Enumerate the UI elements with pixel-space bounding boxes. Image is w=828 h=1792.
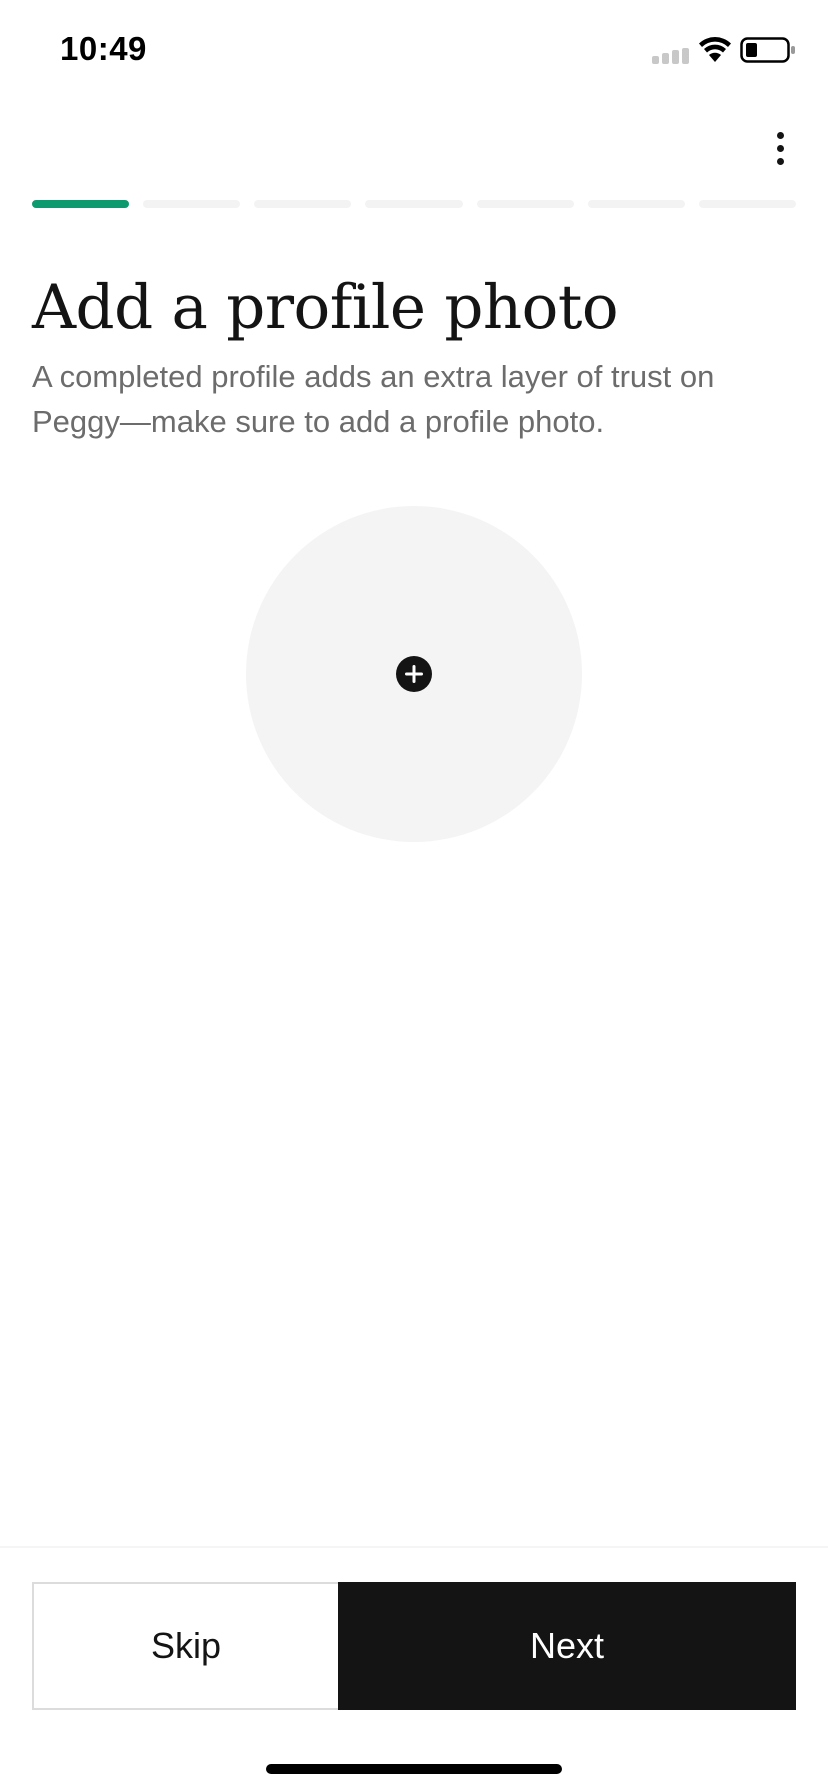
skip-button[interactable]: Skip — [32, 1582, 338, 1710]
status-bar: 10:49 — [0, 0, 828, 100]
bottom-divider — [0, 1546, 828, 1548]
onboarding-progress — [32, 200, 796, 208]
more-vertical-icon-dot — [776, 144, 784, 152]
more-options-button[interactable] — [760, 126, 800, 170]
add-circle-icon — [396, 656, 432, 692]
battery-icon — [740, 37, 795, 63]
home-indicator[interactable] — [266, 1764, 562, 1774]
action-bar: Skip Next — [32, 1582, 796, 1710]
progress-step — [143, 200, 241, 208]
wifi-icon — [699, 37, 731, 62]
progress-step — [254, 200, 352, 208]
profile-photo-picker[interactable] — [246, 506, 582, 842]
more-vertical-icon — [776, 131, 784, 139]
signal-icon — [652, 48, 689, 64]
progress-step — [587, 200, 685, 208]
page-title: Add a profile photo — [32, 272, 619, 343]
page-subtitle: A completed profile adds an extra layer … — [32, 359, 715, 439]
progress-step — [698, 200, 796, 208]
progress-step — [476, 200, 574, 208]
progress-step — [365, 200, 463, 208]
status-time: 10:49 — [60, 30, 147, 67]
next-button[interactable]: Next — [338, 1582, 796, 1710]
more-vertical-icon-dot — [776, 157, 784, 165]
progress-step — [32, 200, 130, 208]
